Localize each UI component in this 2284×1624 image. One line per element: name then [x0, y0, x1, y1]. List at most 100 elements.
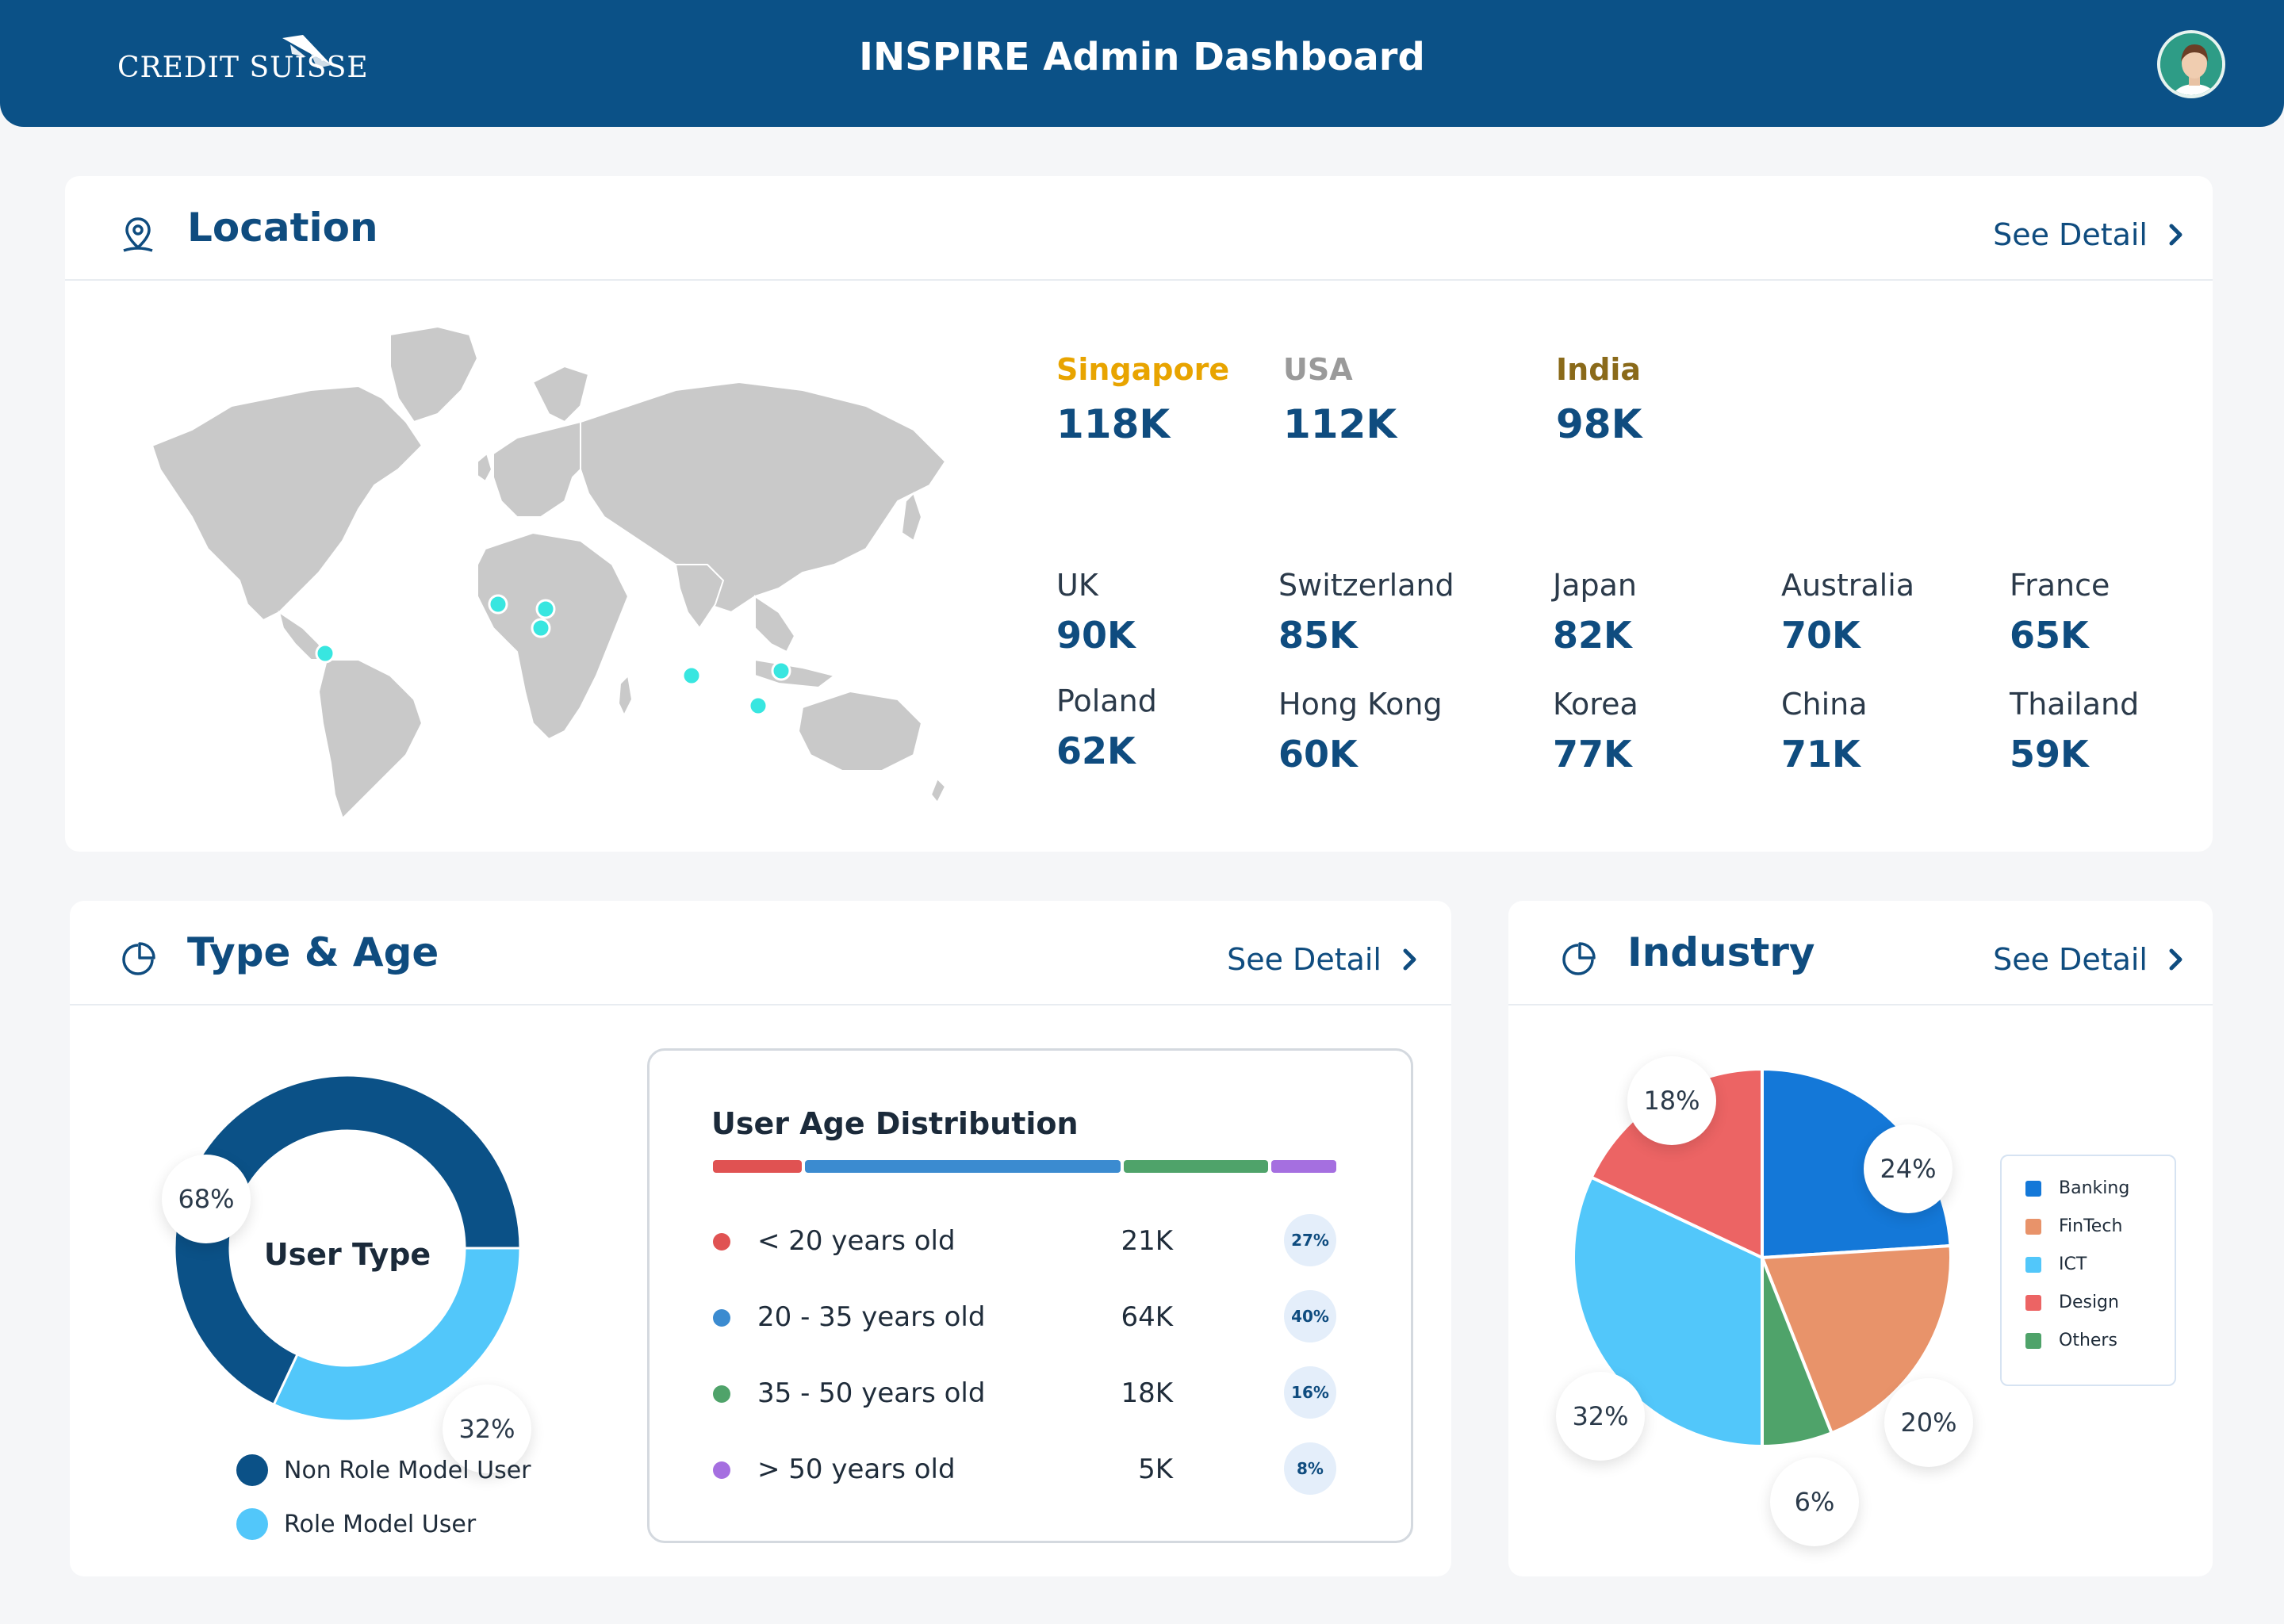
age-row: 20 - 35 years old 64K 40% — [713, 1290, 1336, 1342]
stat-switzerland: Switzerland 85K — [1278, 568, 1454, 657]
stat-usa: USA 112K — [1283, 352, 1397, 447]
legend-label: Design — [2059, 1293, 2119, 1312]
legend-item-fintech: FinTech — [2025, 1216, 2122, 1236]
stat-value: 77K — [1553, 733, 1632, 776]
stat-hong-kong: Hong Kong 60K — [1278, 687, 1443, 776]
stat-country: Australia — [1781, 568, 1915, 603]
stat-country: Korea — [1553, 687, 1638, 722]
legend-label: Role Model User — [284, 1510, 477, 1538]
age-label: < 20 years old — [757, 1225, 956, 1257]
pie-percent-label: 24% — [1864, 1124, 1953, 1213]
age-row: > 50 years old 5K 8% — [713, 1442, 1336, 1495]
pie-percent-label: 6% — [1770, 1457, 1859, 1546]
stat-country: UK — [1056, 568, 1098, 603]
type-age-see-detail-link[interactable]: See Detail — [1227, 942, 1418, 977]
age-count: 21K — [1121, 1225, 1173, 1257]
age-color-dot — [713, 1233, 730, 1251]
age-distribution-title: User Age Distribution — [711, 1106, 1079, 1141]
legend-swatch — [2025, 1294, 2041, 1311]
map-marker[interactable] — [748, 695, 768, 716]
age-bar-segment — [1271, 1160, 1336, 1173]
stat-country: Japan — [1553, 568, 1637, 603]
location-see-detail-link[interactable]: See Detail — [1993, 217, 2184, 252]
legend-non-role-model: Non Role Model User — [236, 1454, 531, 1486]
location-title: Location — [187, 205, 378, 251]
map-marker[interactable] — [488, 594, 508, 615]
age-color-dot — [713, 1385, 730, 1403]
industry-see-detail-link[interactable]: See Detail — [1993, 942, 2184, 977]
stat-poland: Poland 62K — [1056, 684, 1157, 772]
chevron-right-icon — [1403, 948, 1416, 971]
pie-chart-icon — [1562, 942, 1596, 975]
legend-swatch — [2025, 1332, 2041, 1349]
legend-swatch — [2025, 1180, 2041, 1197]
legend-item-ict: ICT — [2025, 1254, 2087, 1274]
legend-swatch — [2025, 1256, 2041, 1273]
map-marker[interactable] — [315, 643, 335, 664]
stat-value: 60K — [1278, 733, 1358, 776]
map-marker[interactable] — [771, 661, 791, 681]
age-percent-badge: 27% — [1284, 1214, 1336, 1266]
top-header: CREDIT SUISSE INSPIRE Admin Dashboard — [0, 0, 2284, 127]
industry-title: Industry — [1627, 929, 1815, 975]
stat-country: Singapore — [1056, 352, 1230, 387]
age-distribution-bar — [713, 1160, 1336, 1173]
legend-label: Others — [2059, 1331, 2117, 1350]
stat-country: India — [1556, 352, 1642, 387]
stat-country: Switzerland — [1278, 568, 1454, 603]
age-label: 35 - 50 years old — [757, 1377, 986, 1409]
age-row: < 20 years old 21K 27% — [713, 1214, 1336, 1266]
map-marker[interactable] — [681, 665, 702, 686]
legend-role-model: Role Model User — [236, 1508, 476, 1540]
stat-value: 70K — [1781, 614, 1861, 657]
avatar-person-icon — [2160, 33, 2222, 95]
legend-label: Banking — [2059, 1178, 2130, 1198]
location-pin-icon — [123, 217, 153, 252]
stat-korea: Korea 77K — [1553, 687, 1638, 776]
age-bar-segment — [1124, 1160, 1268, 1173]
stat-value: 59K — [2010, 733, 2089, 776]
age-bar-segment — [805, 1160, 1121, 1173]
stat-thailand: Thailand 59K — [2010, 687, 2139, 776]
stat-value: 90K — [1056, 614, 1136, 657]
industry-card: Industry See Detail 18% 24% 32% 20% 6% B… — [1508, 901, 2213, 1576]
map-marker[interactable] — [535, 599, 556, 619]
age-label: > 50 years old — [757, 1454, 956, 1485]
stat-value: 71K — [1781, 733, 1861, 776]
stat-value: 65K — [2010, 614, 2089, 657]
stat-value: 82K — [1553, 614, 1632, 657]
type-age-card: Type & Age See Detail User Type 68% 32% … — [70, 901, 1451, 1576]
stat-country: Hong Kong — [1278, 687, 1443, 722]
stat-value: 85K — [1278, 614, 1358, 657]
stat-australia: Australia 70K — [1781, 568, 1914, 657]
stat-india: India 98K — [1556, 352, 1642, 447]
legend-label: FinTech — [2059, 1216, 2123, 1236]
age-color-dot — [713, 1461, 730, 1479]
stat-value: 118K — [1056, 401, 1171, 447]
legend-item-others: Others — [2025, 1331, 2117, 1350]
legend-label: Non Role Model User — [284, 1456, 531, 1484]
location-card-header: Location See Detail — [65, 176, 2213, 281]
age-bar-segment — [713, 1160, 802, 1173]
age-distribution-box: User Age Distribution < 20 years old 21K… — [647, 1048, 1413, 1543]
chevron-right-icon — [2169, 948, 2182, 971]
age-count: 18K — [1121, 1377, 1173, 1409]
stat-uk: UK 90K — [1056, 568, 1136, 657]
location-card: Location See Detail Singapore 118K USA 1… — [65, 176, 2213, 852]
type-age-title: Type & Age — [187, 929, 439, 975]
map-marker[interactable] — [531, 618, 551, 638]
pie-percent-label: 20% — [1884, 1378, 1973, 1467]
stat-singapore: Singapore 118K — [1056, 352, 1229, 447]
pie-percent-label: 18% — [1627, 1056, 1716, 1145]
user-avatar[interactable] — [2157, 30, 2225, 98]
world-map — [151, 325, 947, 820]
page-title: INSPIRE Admin Dashboard — [859, 35, 1425, 79]
stat-japan: Japan 82K — [1553, 568, 1637, 657]
age-color-dot — [713, 1309, 730, 1327]
age-count: 5K — [1138, 1454, 1173, 1485]
industry-card-header: Industry See Detail — [1508, 901, 2213, 1005]
stat-country: France — [2010, 568, 2110, 603]
donut-center-label: User Type — [263, 1237, 431, 1272]
stat-china: China 71K — [1781, 687, 1868, 776]
chevron-right-icon — [2169, 224, 2182, 246]
